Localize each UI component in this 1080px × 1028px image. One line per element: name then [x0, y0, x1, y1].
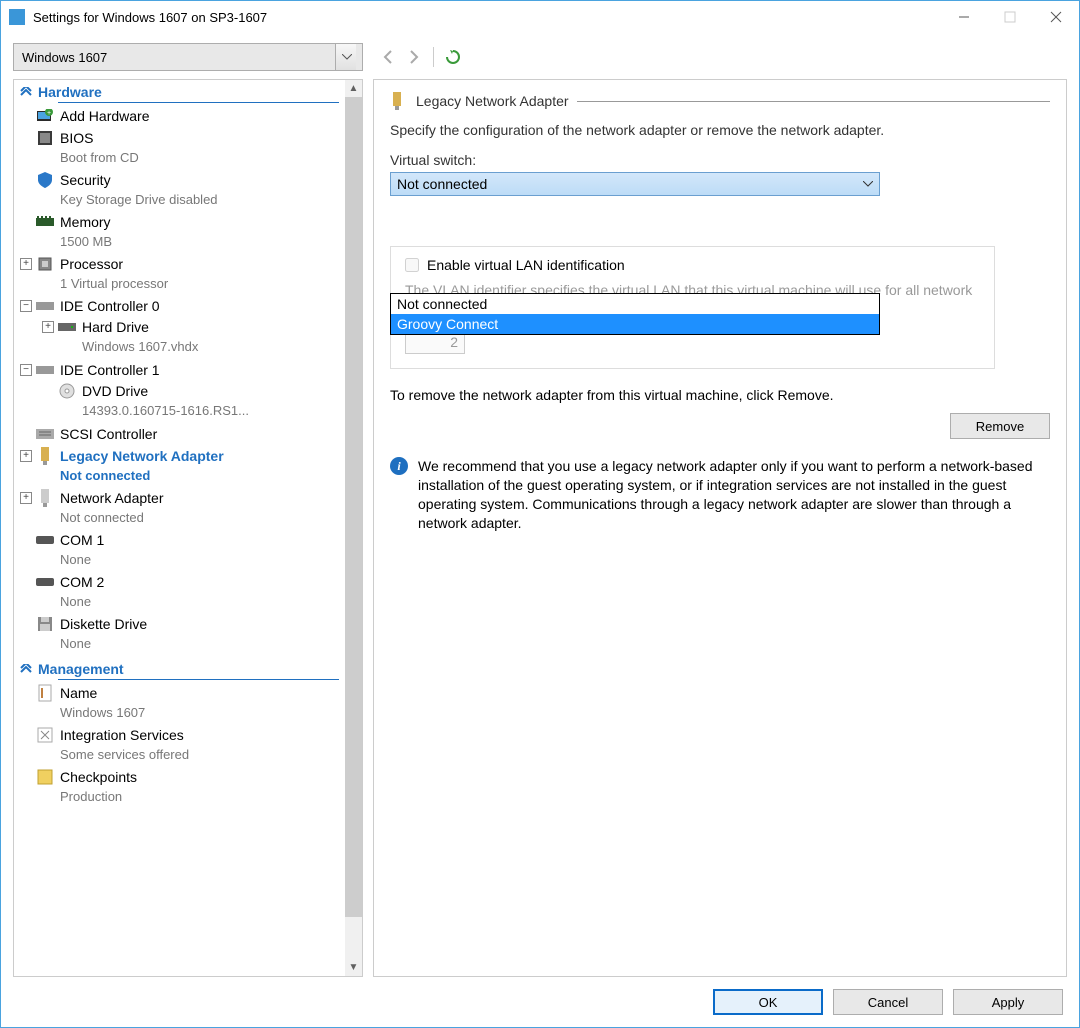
tree-item-network-adapter[interactable]: + Network AdapterNot connected [14, 487, 345, 529]
checkpoints-icon [36, 768, 54, 786]
ok-button[interactable]: OK [713, 989, 823, 1015]
titlebar: Settings for Windows 1607 on SP3-1607 [1, 1, 1079, 33]
vlan-enable-checkbox[interactable]: Enable virtual LAN identification [405, 257, 980, 273]
nav-back-button[interactable] [377, 46, 399, 68]
app-icon [9, 9, 25, 25]
refresh-button[interactable] [442, 46, 464, 68]
name-icon [36, 684, 54, 702]
collapse-icon[interactable]: − [20, 300, 32, 312]
vm-selector[interactable]: Windows 1607 [13, 43, 363, 71]
apply-button[interactable]: Apply [953, 989, 1063, 1015]
svg-text:+: + [47, 110, 51, 117]
controller-icon [36, 361, 54, 379]
scrollbar-thumb[interactable] [345, 97, 362, 917]
remove-button[interactable]: Remove [950, 413, 1050, 439]
add-hardware-icon: + [36, 107, 54, 125]
com-port-icon [36, 573, 54, 591]
tree-item-processor[interactable]: + Processor1 Virtual processor [14, 253, 345, 295]
expand-icon[interactable]: + [20, 492, 32, 504]
vm-selector-value: Windows 1607 [22, 50, 107, 65]
network-adapter-icon [36, 489, 54, 507]
tree-scrollbar[interactable]: ▲ ▼ [345, 80, 362, 976]
virtual-switch-combo[interactable]: Not connected [390, 172, 880, 196]
tree-item-checkpoints[interactable]: CheckpointsProduction [14, 766, 345, 808]
tree-item-ide0[interactable]: − IDE Controller 0 + Hard DriveWindows 1… [14, 295, 345, 359]
scsi-icon [36, 425, 54, 443]
close-button[interactable] [1033, 1, 1079, 33]
controller-icon [36, 297, 54, 315]
tree-item-security[interactable]: SecurityKey Storage Drive disabled [14, 169, 345, 211]
expand-icon[interactable]: + [42, 321, 54, 333]
tree-item-bios[interactable]: BIOSBoot from CD [14, 127, 345, 169]
category-management[interactable]: Management [14, 659, 345, 679]
settings-panel: Legacy Network Adapter Specify the confi… [373, 79, 1067, 977]
scroll-up-icon[interactable]: ▲ [345, 80, 362, 97]
info-icon: i [390, 457, 408, 475]
maximize-button[interactable] [987, 1, 1033, 33]
virtual-switch-dropdown: Not connected Groovy Connect [390, 293, 880, 335]
tree-item-memory[interactable]: Memory1500 MB [14, 211, 345, 253]
memory-icon [36, 213, 54, 231]
tree-item-hard-drive[interactable]: + Hard DriveWindows 1607.vhdx [20, 316, 345, 358]
info-text: We recommend that you use a legacy netwo… [418, 457, 1050, 533]
diskette-icon [36, 615, 54, 633]
virtual-switch-value: Not connected [397, 176, 487, 192]
collapse-icon [20, 87, 32, 97]
settings-tree: Hardware + Add Hardware BIOSBoot from CD [14, 80, 345, 976]
tree-item-legacy-network-adapter[interactable]: + Legacy Network AdapterNot connected [14, 445, 345, 487]
network-adapter-icon [390, 92, 408, 110]
collapse-icon [20, 664, 32, 674]
chevron-down-icon [863, 181, 873, 187]
shield-icon [36, 171, 54, 189]
tree-item-dvd-drive[interactable]: DVD Drive14393.0.160715-1616.RS1... [20, 380, 345, 422]
tree-item-com1[interactable]: COM 1None [14, 529, 345, 571]
tree-item-com2[interactable]: COM 2None [14, 571, 345, 613]
tree-item-integration[interactable]: Integration ServicesSome services offere… [14, 724, 345, 766]
window-title: Settings for Windows 1607 on SP3-1607 [33, 10, 941, 25]
virtual-switch-label: Virtual switch: [390, 152, 1050, 168]
hard-drive-icon [58, 318, 76, 336]
minimize-button[interactable] [941, 1, 987, 33]
integration-icon [36, 726, 54, 744]
bios-icon [36, 129, 54, 147]
network-adapter-icon [36, 447, 54, 465]
tree-item-add-hardware[interactable]: + Add Hardware [14, 105, 345, 127]
expand-icon[interactable]: + [20, 258, 32, 270]
category-hardware[interactable]: Hardware [14, 82, 345, 102]
dvd-icon [58, 382, 76, 400]
scroll-down-icon[interactable]: ▼ [345, 959, 362, 976]
tree-item-ide1[interactable]: − IDE Controller 1 DVD Drive14393.0.1607… [14, 359, 345, 423]
collapse-icon[interactable]: − [20, 364, 32, 376]
chevron-down-icon [342, 54, 352, 60]
tree-item-scsi[interactable]: SCSI Controller [14, 423, 345, 445]
tree-item-diskette[interactable]: Diskette DriveNone [14, 613, 345, 655]
nav-forward-button[interactable] [403, 46, 425, 68]
dropdown-option-not-connected[interactable]: Not connected [391, 294, 879, 314]
vlan-checkbox-input[interactable] [405, 258, 419, 272]
tree-item-name[interactable]: NameWindows 1607 [14, 682, 345, 724]
cancel-button[interactable]: Cancel [833, 989, 943, 1015]
panel-description: Specify the configuration of the network… [390, 122, 1050, 138]
panel-title: Legacy Network Adapter [416, 93, 569, 109]
com-port-icon [36, 531, 54, 549]
dropdown-option-groovy-connect[interactable]: Groovy Connect [391, 314, 879, 334]
remove-description: To remove the network adapter from this … [390, 387, 1050, 403]
processor-icon [36, 255, 54, 273]
dialog-footer: OK Cancel Apply [1, 977, 1079, 1027]
expand-icon[interactable]: + [20, 450, 32, 462]
